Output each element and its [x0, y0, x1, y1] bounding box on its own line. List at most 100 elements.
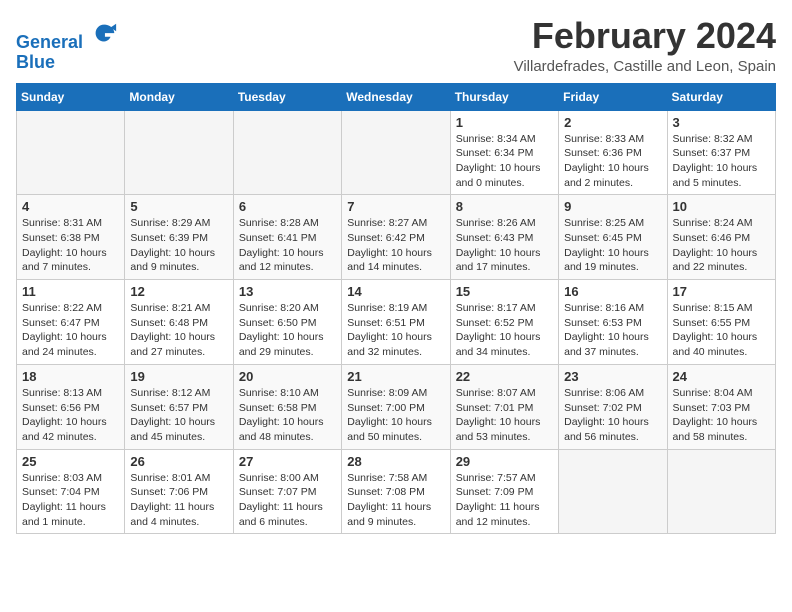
- calendar-cell: 24 Sunrise: 8:04 AM Sunset: 7:03 PM Dayli…: [667, 364, 775, 449]
- day-number: 2: [564, 115, 661, 130]
- calendar-cell: 7 Sunrise: 8:27 AM Sunset: 6:42 PM Daylig…: [342, 195, 450, 280]
- day-info: Sunrise: 8:04 AM Sunset: 7:03 PM Dayligh…: [673, 386, 770, 445]
- calendar-cell: 6 Sunrise: 8:28 AM Sunset: 6:41 PM Daylig…: [233, 195, 341, 280]
- logo-blue: Blue: [16, 53, 118, 73]
- calendar-cell: 11 Sunrise: 8:22 AM Sunset: 6:47 PM Dayli…: [17, 280, 125, 365]
- calendar-cell: 25Sunrise: 8:03 AM Sunset: 7:04 PM Dayli…: [17, 449, 125, 534]
- day-number: 8: [456, 199, 553, 214]
- day-number: 11: [22, 284, 119, 299]
- calendar-cell: 2 Sunrise: 8:33 AM Sunset: 6:36 PM Daylig…: [559, 110, 667, 195]
- weekday-header-wednesday: Wednesday: [342, 83, 450, 110]
- calendar-cell: 16Sunrise: 8:16 AM Sunset: 6:53 PM Dayli…: [559, 280, 667, 365]
- calendar-table: SundayMondayTuesdayWednesdayThursdayFrid…: [16, 83, 776, 535]
- day-info: Sunrise: 8:26 AM Sunset: 6:43 PM Dayligh…: [456, 216, 553, 275]
- logo-general: General: [16, 32, 83, 52]
- day-number: 26: [130, 454, 227, 469]
- day-number: 19: [130, 369, 227, 384]
- title-block: February 2024 Villardefrades, Castille a…: [514, 16, 776, 75]
- day-info: Sunrise: 8:28 AM Sunset: 6:41 PM Dayligh…: [239, 216, 336, 275]
- calendar-cell: 15 Sunrise: 8:17 AM Sunset: 6:52 PM Dayli…: [450, 280, 558, 365]
- calendar-cell: [667, 449, 775, 534]
- calendar-cell: 14Sunrise: 8:19 AM Sunset: 6:51 PM Dayli…: [342, 280, 450, 365]
- calendar-cell: 4Sunrise: 8:31 AM Sunset: 6:38 PM Daylig…: [17, 195, 125, 280]
- calendar-week-4: 18Sunrise: 8:13 AM Sunset: 6:56 PM Dayli…: [17, 364, 776, 449]
- day-info: Sunrise: 8:13 AM Sunset: 6:56 PM Dayligh…: [22, 386, 119, 445]
- day-number: 12: [130, 284, 227, 299]
- weekday-header-row: SundayMondayTuesdayWednesdayThursdayFrid…: [17, 83, 776, 110]
- calendar-cell: [233, 110, 341, 195]
- calendar-cell: 29 Sunrise: 7:57 AM Sunset: 7:09 PM Dayli…: [450, 449, 558, 534]
- logo: General Blue: [16, 20, 118, 73]
- day-number: 10: [673, 199, 770, 214]
- day-number: 7: [347, 199, 444, 214]
- calendar-cell: 10 Sunrise: 8:24 AM Sunset: 6:46 PM Dayli…: [667, 195, 775, 280]
- day-number: 3: [673, 115, 770, 130]
- day-number: 1: [456, 115, 553, 130]
- day-info: Sunrise: 8:15 AM Sunset: 6:55 PM Dayligh…: [673, 301, 770, 360]
- day-number: 17: [673, 284, 770, 299]
- calendar-cell: [559, 449, 667, 534]
- day-info: Sunrise: 8:20 AM Sunset: 6:50 PM Dayligh…: [239, 301, 336, 360]
- day-info: Sunrise: 8:16 AM Sunset: 6:53 PM Dayligh…: [564, 301, 661, 360]
- calendar-body: 1 Sunrise: 8:34 AM Sunset: 6:34 PM Daylig…: [17, 110, 776, 534]
- day-info: Sunrise: 8:21 AM Sunset: 6:48 PM Dayligh…: [130, 301, 227, 360]
- day-number: 9: [564, 199, 661, 214]
- weekday-header-friday: Friday: [559, 83, 667, 110]
- logo-text: General: [16, 20, 118, 53]
- calendar-cell: 8 Sunrise: 8:26 AM Sunset: 6:43 PM Daylig…: [450, 195, 558, 280]
- page-header: General Blue February 2024 Villardefrade…: [16, 16, 776, 75]
- calendar-header: SundayMondayTuesdayWednesdayThursdayFrid…: [17, 83, 776, 110]
- day-info: Sunrise: 8:12 AM Sunset: 6:57 PM Dayligh…: [130, 386, 227, 445]
- logo-icon: [90, 20, 118, 48]
- calendar-week-2: 4Sunrise: 8:31 AM Sunset: 6:38 PM Daylig…: [17, 195, 776, 280]
- day-number: 14: [347, 284, 444, 299]
- weekday-header-monday: Monday: [125, 83, 233, 110]
- calendar-cell: 21Sunrise: 8:09 AM Sunset: 7:00 PM Dayli…: [342, 364, 450, 449]
- weekday-header-thursday: Thursday: [450, 83, 558, 110]
- day-info: Sunrise: 8:29 AM Sunset: 6:39 PM Dayligh…: [130, 216, 227, 275]
- day-info: Sunrise: 8:34 AM Sunset: 6:34 PM Dayligh…: [456, 132, 553, 191]
- calendar-cell: 3 Sunrise: 8:32 AM Sunset: 6:37 PM Daylig…: [667, 110, 775, 195]
- calendar-cell: [342, 110, 450, 195]
- day-number: 4: [22, 199, 119, 214]
- calendar-week-3: 11 Sunrise: 8:22 AM Sunset: 6:47 PM Dayli…: [17, 280, 776, 365]
- calendar-cell: 12 Sunrise: 8:21 AM Sunset: 6:48 PM Dayli…: [125, 280, 233, 365]
- day-number: 21: [347, 369, 444, 384]
- day-number: 15: [456, 284, 553, 299]
- day-number: 13: [239, 284, 336, 299]
- day-info: Sunrise: 8:27 AM Sunset: 6:42 PM Dayligh…: [347, 216, 444, 275]
- day-number: 5: [130, 199, 227, 214]
- day-number: 29: [456, 454, 553, 469]
- calendar-cell: 1 Sunrise: 8:34 AM Sunset: 6:34 PM Daylig…: [450, 110, 558, 195]
- day-number: 28: [347, 454, 444, 469]
- calendar-cell: 27 Sunrise: 8:00 AM Sunset: 7:07 PM Dayli…: [233, 449, 341, 534]
- day-number: 24: [673, 369, 770, 384]
- day-info: Sunrise: 7:57 AM Sunset: 7:09 PM Dayligh…: [456, 471, 553, 530]
- day-info: Sunrise: 8:00 AM Sunset: 7:07 PM Dayligh…: [239, 471, 336, 530]
- calendar-cell: 19 Sunrise: 8:12 AM Sunset: 6:57 PM Dayli…: [125, 364, 233, 449]
- location-subtitle: Villardefrades, Castille and Leon, Spain: [514, 58, 776, 75]
- calendar-week-5: 25Sunrise: 8:03 AM Sunset: 7:04 PM Dayli…: [17, 449, 776, 534]
- calendar-cell: 9 Sunrise: 8:25 AM Sunset: 6:45 PM Daylig…: [559, 195, 667, 280]
- day-info: Sunrise: 7:58 AM Sunset: 7:08 PM Dayligh…: [347, 471, 444, 530]
- day-number: 20: [239, 369, 336, 384]
- day-number: 25: [22, 454, 119, 469]
- day-info: Sunrise: 8:25 AM Sunset: 6:45 PM Dayligh…: [564, 216, 661, 275]
- day-info: Sunrise: 8:22 AM Sunset: 6:47 PM Dayligh…: [22, 301, 119, 360]
- calendar-cell: 22 Sunrise: 8:07 AM Sunset: 7:01 PM Dayli…: [450, 364, 558, 449]
- day-info: Sunrise: 8:01 AM Sunset: 7:06 PM Dayligh…: [130, 471, 227, 530]
- day-info: Sunrise: 8:33 AM Sunset: 6:36 PM Dayligh…: [564, 132, 661, 191]
- day-info: Sunrise: 8:17 AM Sunset: 6:52 PM Dayligh…: [456, 301, 553, 360]
- day-number: 23: [564, 369, 661, 384]
- calendar-cell: 23 Sunrise: 8:06 AM Sunset: 7:02 PM Dayli…: [559, 364, 667, 449]
- day-info: Sunrise: 8:07 AM Sunset: 7:01 PM Dayligh…: [456, 386, 553, 445]
- calendar-cell: 28 Sunrise: 7:58 AM Sunset: 7:08 PM Dayli…: [342, 449, 450, 534]
- day-number: 6: [239, 199, 336, 214]
- day-info: Sunrise: 8:06 AM Sunset: 7:02 PM Dayligh…: [564, 386, 661, 445]
- weekday-header-sunday: Sunday: [17, 83, 125, 110]
- day-number: 22: [456, 369, 553, 384]
- day-info: Sunrise: 8:24 AM Sunset: 6:46 PM Dayligh…: [673, 216, 770, 275]
- day-number: 27: [239, 454, 336, 469]
- calendar-cell: [125, 110, 233, 195]
- day-info: Sunrise: 8:32 AM Sunset: 6:37 PM Dayligh…: [673, 132, 770, 191]
